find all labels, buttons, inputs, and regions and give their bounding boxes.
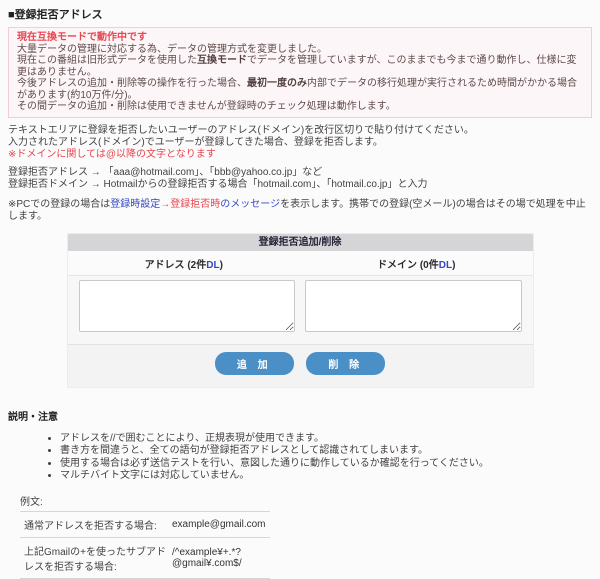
address-textarea[interactable] (79, 280, 296, 332)
note-item: 書き方を間違うと、全ての語句が登録拒否アドレスとして認識されてしまいます。 (60, 445, 592, 458)
notice-line: 今後アドレスの追加・削除等の操作を行った場合、最初一度のみ内部でデータの移行処理… (17, 78, 583, 101)
pc-note-red-text: →登録拒否時 (160, 199, 220, 210)
intro-line: テキストエリアに登録を拒否したいユーザーのアドレス(ドメイン)を改行区切りで貼り… (8, 125, 592, 137)
notice-line: 現在この番組は旧形式データを使用した互換モードでデータを管理していますが、このま… (17, 55, 583, 78)
example-row-value: example@gmail.com (172, 519, 270, 530)
notice-line: 大量データの管理に対応する為、データの管理方式を変更しました。 (17, 44, 583, 56)
notice-headline: 現在互換モードで動作中です (17, 32, 583, 44)
address-dl-link[interactable]: DL (206, 260, 219, 271)
address-column-header: アドレス (2件DL) (68, 251, 301, 275)
registration-settings-link[interactable]: 登録時設定 (110, 199, 160, 210)
notes-list: アドレスを//で囲むことにより、正規表現が使用できます。 書き方を間違うと、全て… (60, 433, 592, 483)
domain-cell (300, 280, 527, 335)
compat-mode-notice-box: 現在互換モードで動作中です 大量データの管理に対応する為、データの管理方式を変更… (8, 27, 592, 118)
notice-bold-text: 互換モード (197, 55, 247, 66)
note-item: アドレスを//で囲むことにより、正規表現が使用できます。 (60, 433, 592, 446)
reject-message-link[interactable]: のメッセージ (220, 199, 280, 210)
intro-block: テキストエリアに登録を拒否したいユーザーのアドレス(ドメイン)を改行区切りで貼り… (8, 125, 592, 161)
address-cell (74, 280, 301, 335)
textarea-row (68, 276, 533, 344)
example-table: 通常アドレスを拒否する場合: example@gmail.com 上記Gmail… (20, 511, 270, 579)
example-row-label: 通常アドレスを拒否する場合: (24, 517, 172, 532)
notice-bold-text: 最初一度のみ (247, 78, 307, 89)
button-row: 追 加 削 除 (68, 344, 533, 387)
example-row: 上記Gmailの+を使ったサブアドレスを拒否する場合: /^example¥+.… (20, 538, 270, 579)
reject-address-example-line: 登録拒否アドレス → 「aaa@hotmail.com」、「bbb@yahoo.… (8, 167, 592, 179)
address-header-close: ) (220, 260, 223, 271)
column-header-row: アドレス (2件DL) ドメイン (0件DL) (68, 251, 533, 276)
note-item: マルチバイト文字には対応していません。 (60, 470, 592, 483)
example-row: 通常アドレスを拒否する場合: example@gmail.com (20, 512, 270, 538)
notes-heading: 説明・注意 (8, 408, 592, 423)
domain-textarea[interactable] (305, 280, 522, 332)
domain-column-header: ドメイン (0件DL) (300, 251, 533, 275)
example-section-label: 例文: (20, 493, 592, 508)
domain-header-close: ) (452, 260, 455, 271)
pc-registration-note: ※PCでの登録の場合は登録時設定→登録拒否時のメッセージを表示します。携帯での登… (8, 199, 592, 223)
intro-line: 入力されたアドレス(ドメイン)でユーザーが登録してきた場合、登録を拒否します。 (8, 137, 592, 149)
delete-button[interactable]: 削 除 (306, 352, 385, 375)
example-row-label: 上記Gmailの+を使ったサブアドレスを拒否する場合: (24, 543, 172, 573)
notice-text: 現在この番組は旧形式データを使用した (17, 55, 197, 66)
domain-red-note: ※ドメインに関しては@以降の文字となります (8, 149, 592, 161)
domain-dl-link[interactable]: DL (439, 260, 452, 271)
example-row-value: /^example¥+.*?@gmail¥.com$/ (172, 547, 270, 569)
page-title: ■登録拒否アドレス (8, 6, 592, 22)
reject-add-delete-table: 登録拒否追加/削除 アドレス (2件DL) ドメイン (0件DL) 追 加 削 … (67, 233, 534, 388)
reject-domain-example-line: 登録拒否ドメイン → Hotmailからの登録拒否する場合「hotmail.co… (8, 179, 592, 191)
note-item: 使用する場合は必ず送信テストを行い、意図した通りに動作しているか確認を行ってくだ… (60, 458, 592, 471)
table-caption: 登録拒否追加/削除 (68, 234, 533, 251)
pc-note-text: ※PCでの登録の場合は (8, 199, 110, 210)
notice-line: その間データの追加・削除は使用できませんが登録時のチェック処理は動作します。 (17, 101, 583, 113)
inline-examples-block: 登録拒否アドレス → 「aaa@hotmail.com」、「bbb@yahoo.… (8, 167, 592, 191)
notice-text: 今後アドレスの追加・削除等の操作を行った場合、 (17, 78, 247, 89)
domain-header-label: ドメイン (0件 (377, 260, 439, 271)
address-header-label: アドレス (2件 (145, 260, 207, 271)
add-button[interactable]: 追 加 (215, 352, 294, 375)
